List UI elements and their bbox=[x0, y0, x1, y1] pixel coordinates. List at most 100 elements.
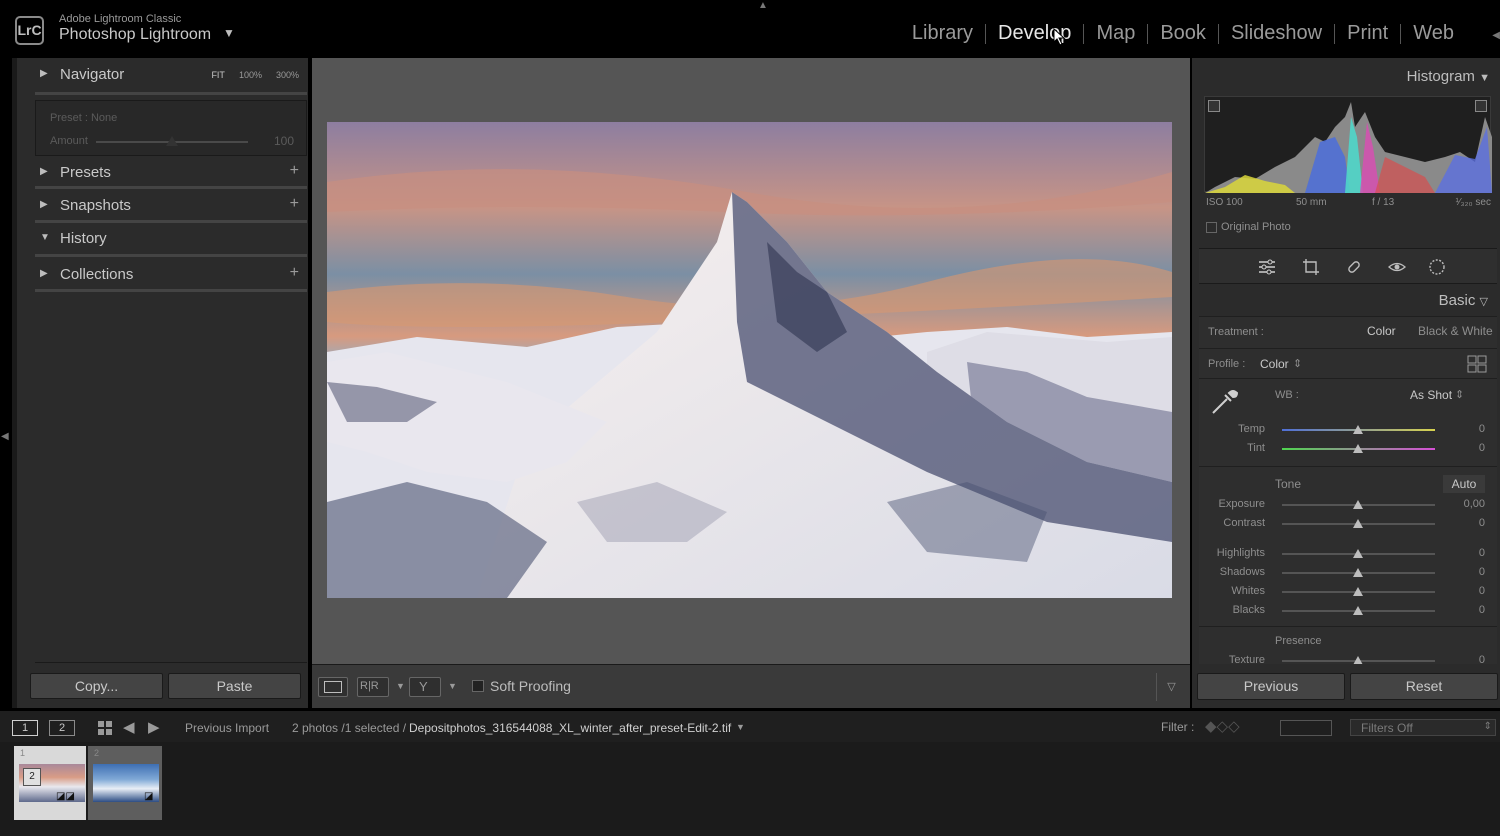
top-panel-toggle-icon[interactable]: ▲ bbox=[758, 0, 768, 11]
treatment-color-option[interactable]: Color bbox=[1367, 324, 1396, 338]
presets-header[interactable]: ▶ Presets + bbox=[35, 162, 307, 188]
tint-slider-thumb[interactable] bbox=[1353, 444, 1363, 453]
profile-dropdown-arrow-icon[interactable]: ⇕ bbox=[1293, 357, 1302, 370]
masking-icon[interactable] bbox=[1427, 257, 1447, 277]
zoom-100[interactable]: 100% bbox=[239, 70, 262, 80]
preset-amount-box: Preset : None Amount 100 bbox=[35, 100, 307, 156]
healing-bandage-icon[interactable] bbox=[1344, 257, 1364, 277]
profile-label: Profile : bbox=[1208, 358, 1246, 370]
expand-triangle-icon: ▶ bbox=[40, 268, 48, 279]
crop-overlay-dropdown-icon[interactable]: ▼ bbox=[448, 681, 457, 691]
grid-view-icon[interactable] bbox=[97, 720, 113, 736]
highlight-clipping-indicator-icon[interactable] bbox=[1475, 100, 1487, 112]
add-collection-icon[interactable]: + bbox=[290, 264, 299, 282]
tree-icon: Y bbox=[419, 679, 428, 694]
filename-dropdown-icon[interactable]: ▼ bbox=[736, 722, 745, 732]
shadow-clipping-indicator-icon[interactable] bbox=[1208, 100, 1220, 112]
treatment-bw-option[interactable]: Black & White bbox=[1418, 324, 1493, 338]
highlights-slider-thumb[interactable] bbox=[1353, 549, 1363, 558]
basic-label: Basic bbox=[1438, 292, 1476, 309]
module-slideshow[interactable]: Slideshow bbox=[1219, 22, 1334, 45]
treatment-label: Treatment : bbox=[1208, 326, 1264, 338]
add-snapshot-icon[interactable]: + bbox=[290, 195, 299, 213]
history-header[interactable]: ▼ History bbox=[35, 228, 307, 254]
module-print[interactable]: Print bbox=[1335, 22, 1400, 45]
panel-divider bbox=[35, 220, 307, 223]
whites-slider-thumb[interactable] bbox=[1353, 587, 1363, 596]
wb-dropdown[interactable]: As Shot bbox=[1410, 388, 1452, 402]
module-library[interactable]: Library bbox=[900, 22, 985, 45]
thumbnail-2[interactable]: 2 ◪ bbox=[88, 746, 162, 820]
histogram-title[interactable]: Histogram ▼ bbox=[1407, 68, 1490, 85]
collections-header[interactable]: ▶ Collections + bbox=[35, 264, 307, 290]
secondary-window-button[interactable]: 2 bbox=[49, 720, 75, 736]
wb-dropdown-arrow-icon[interactable]: ⇕ bbox=[1455, 388, 1464, 401]
app-name[interactable]: Photoshop Lightroom bbox=[59, 26, 211, 44]
zoom-300[interactable]: 300% bbox=[276, 70, 299, 80]
wb-eyedropper-icon[interactable] bbox=[1209, 385, 1241, 417]
module-map[interactable]: Map bbox=[1084, 22, 1147, 45]
app-menu-arrow-icon[interactable]: ▼ bbox=[223, 26, 235, 40]
tint-value: 0 bbox=[1478, 442, 1485, 454]
add-preset-icon[interactable]: + bbox=[290, 162, 299, 180]
right-panel-toggle-icon[interactable]: ◀ bbox=[1492, 30, 1500, 41]
temp-slider-thumb[interactable] bbox=[1353, 425, 1363, 434]
navigator-header[interactable]: ▶ Navigator FIT 100% 300% bbox=[35, 64, 307, 90]
profile-browser-grid-icon[interactable] bbox=[1467, 355, 1487, 373]
filmstrip: 1 2 ◪◪ 2 ◪ bbox=[0, 742, 1500, 836]
source-label[interactable]: Previous Import bbox=[185, 721, 269, 735]
module-develop[interactable]: Develop bbox=[986, 22, 1083, 45]
module-book[interactable]: Book bbox=[1148, 22, 1218, 45]
paste-button[interactable]: Paste bbox=[168, 673, 301, 699]
lrc-logo: LrC bbox=[15, 16, 44, 45]
panel-divider bbox=[35, 289, 307, 292]
expand-triangle-icon: ▶ bbox=[40, 68, 48, 79]
amount-slider-thumb[interactable] bbox=[166, 136, 178, 146]
zoom-fit[interactable]: FIT bbox=[211, 70, 225, 80]
flag-filter-icon[interactable]: ◆◇◇ bbox=[1205, 717, 1240, 735]
back-arrow-icon[interactable]: ◀ bbox=[123, 718, 135, 736]
snapshots-header[interactable]: ▶ Snapshots + bbox=[35, 195, 307, 221]
loupe-view-button[interactable] bbox=[318, 677, 348, 697]
toolbar-options-dropdown-icon[interactable]: ▽ bbox=[1156, 673, 1186, 701]
soft-proofing-checkbox[interactable] bbox=[472, 680, 484, 692]
status-filter-icon[interactable] bbox=[1280, 720, 1332, 736]
shadows-slider-thumb[interactable] bbox=[1353, 568, 1363, 577]
highlights-value: 0 bbox=[1478, 547, 1485, 559]
left-panel-toggle-icon[interactable]: ◀ bbox=[1, 431, 9, 442]
edit-sliders-icon[interactable] bbox=[1257, 257, 1277, 277]
selected-filename[interactable]: Depositphotos_316544088_XL_winter_after_… bbox=[409, 721, 731, 735]
thumbnail-1[interactable]: 1 2 ◪◪ bbox=[14, 746, 86, 820]
filters-dropdown[interactable]: Filters Off ⇕ bbox=[1350, 719, 1496, 736]
texture-value: 0 bbox=[1478, 654, 1485, 664]
profile-dropdown[interactable]: Color bbox=[1260, 357, 1289, 371]
blacks-slider-thumb[interactable] bbox=[1353, 606, 1363, 615]
texture-slider-thumb[interactable] bbox=[1353, 656, 1363, 664]
contrast-slider-thumb[interactable] bbox=[1353, 519, 1363, 528]
basic-panel-title[interactable]: Basic ▽ bbox=[1439, 292, 1488, 309]
previous-button[interactable]: Previous bbox=[1197, 673, 1345, 700]
module-web[interactable]: Web bbox=[1401, 22, 1466, 45]
snapshots-label: Snapshots bbox=[60, 197, 131, 214]
whites-label: Whites bbox=[1231, 585, 1265, 597]
original-photo-label: Original Photo bbox=[1221, 221, 1291, 233]
tool-strip bbox=[1199, 248, 1497, 284]
before-after-button[interactable]: R|R bbox=[357, 677, 389, 697]
original-photo-checkbox[interactable] bbox=[1206, 222, 1217, 233]
before-after-dropdown-icon[interactable]: ▼ bbox=[396, 681, 405, 691]
auto-tone-button[interactable]: Auto bbox=[1443, 475, 1485, 493]
app-subtitle: Adobe Lightroom Classic bbox=[59, 13, 182, 25]
forward-arrow-icon[interactable]: ▶ bbox=[148, 718, 160, 736]
main-window-button[interactable]: 1 bbox=[12, 720, 38, 736]
crop-icon[interactable] bbox=[1301, 257, 1321, 277]
mountain-photo[interactable] bbox=[327, 122, 1172, 598]
red-eye-icon[interactable] bbox=[1387, 257, 1407, 277]
copy-button[interactable]: Copy... bbox=[30, 673, 163, 699]
histogram[interactable] bbox=[1204, 96, 1492, 193]
reset-button[interactable]: Reset bbox=[1350, 673, 1498, 700]
stack-badge[interactable]: 2 bbox=[23, 768, 41, 786]
crop-overlay-button[interactable]: Y bbox=[409, 677, 441, 697]
exposure-slider-thumb[interactable] bbox=[1353, 500, 1363, 509]
collections-label: Collections bbox=[60, 266, 134, 283]
highlights-label: Highlights bbox=[1216, 547, 1265, 559]
